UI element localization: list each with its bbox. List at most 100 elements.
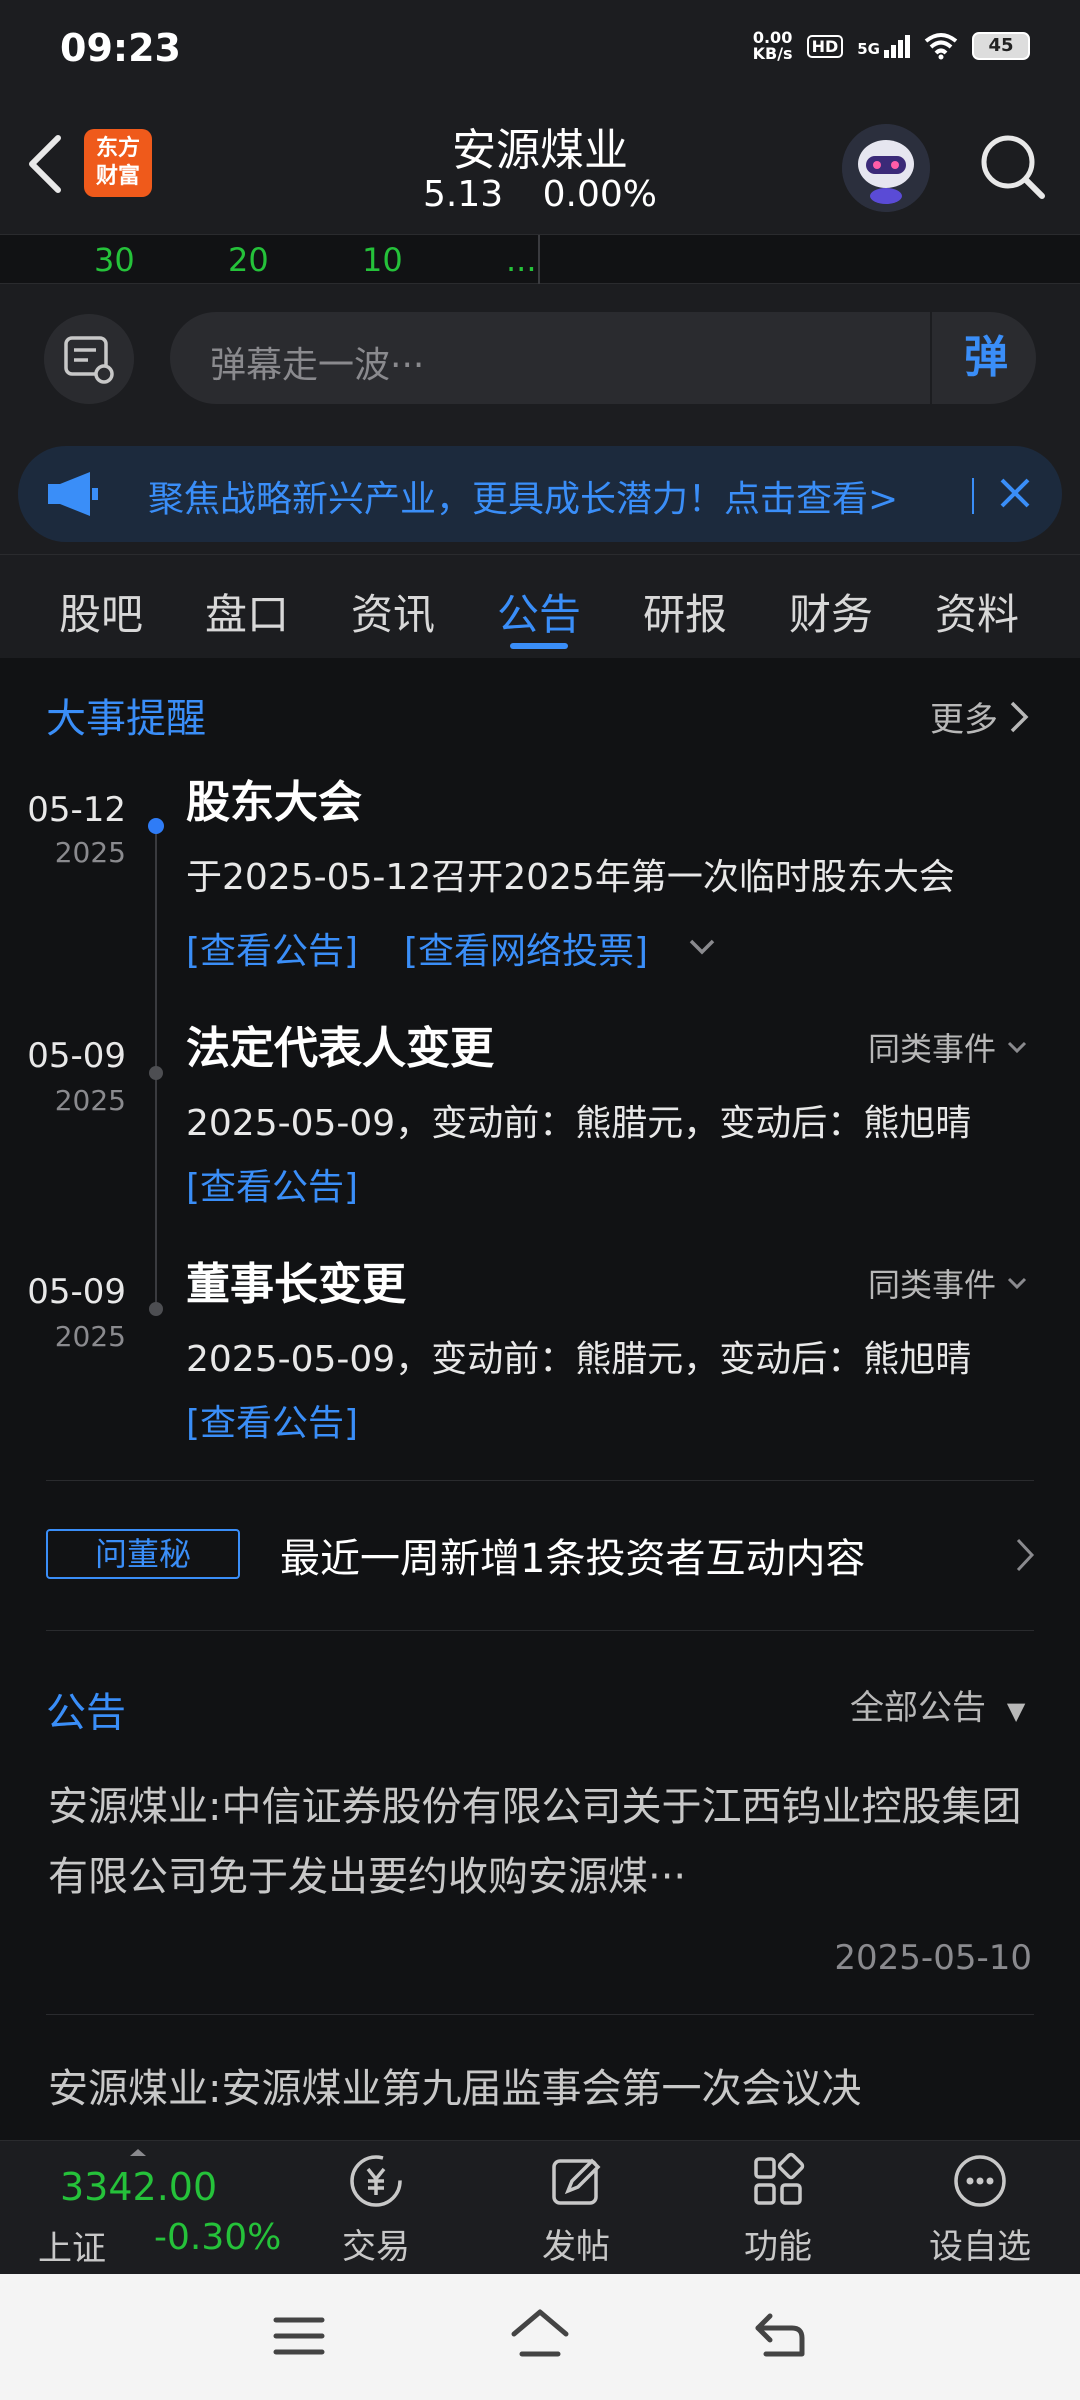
robot-assistant-icon[interactable] [842, 124, 930, 212]
more-label: 更多 [930, 700, 998, 740]
danmaku-input[interactable]: 弹幕走一波··· 弹 [170, 312, 1036, 404]
view-voting-link[interactable]: [查看网络投票] [404, 922, 648, 974]
signal-icon: 5G [857, 34, 910, 58]
tab-research[interactable]: 研报 [620, 581, 750, 642]
tab-finance[interactable]: 财务 [766, 581, 896, 642]
index-change: -0.30% [154, 2217, 282, 2258]
event-year: 2025 [54, 1084, 126, 1117]
promo-banner[interactable]: 聚焦战略新兴产业，更具成长潜力！点击查看> [18, 446, 1062, 542]
tab-announcements[interactable]: 公告 [474, 581, 604, 642]
chevron-down-icon [1007, 1041, 1027, 1054]
filter-label: 全部公告 [850, 1688, 986, 1728]
qa-badge: 问董秘 [46, 1529, 240, 1579]
net-speed: 0.00 KB/s [753, 30, 793, 62]
nav-label: 发帖 [542, 2227, 610, 2267]
divider [46, 1630, 1034, 1631]
tab-bar: 股吧 盘口 资讯 公告 研报 财务 资料 [0, 554, 1080, 658]
tab-profile[interactable]: 资料 [912, 581, 1042, 642]
same-events-button[interactable]: 同类事件 [868, 1260, 1028, 1306]
back-icon[interactable] [752, 2310, 808, 2360]
event-date: 05-12 [27, 790, 126, 830]
announcement-title[interactable]: 安源煤业:安源煤业第九届监事会第一次会议决 [48, 2054, 1038, 2134]
stock-price: 5.13 [423, 174, 504, 215]
nav-post[interactable]: 发帖 [496, 2149, 656, 2268]
announcement-filter-dropdown[interactable]: 全部公告 ▼ [850, 1680, 1025, 1729]
announcement-date: 2025-05-10 [834, 1938, 1032, 1978]
event-date: 05-09 [27, 1036, 126, 1076]
danmaku-settings-icon[interactable] [44, 314, 134, 404]
app-root: 09:23 0.00 KB/s HD 5G 45 东方 财富 安源煤业 5.13… [0, 0, 1080, 2400]
network-type: 5G [857, 39, 880, 58]
tab-news[interactable]: 资讯 [328, 581, 458, 642]
event-year: 2025 [54, 836, 126, 869]
event-desc: 于2025-05-12召开2025年第一次临时股东大会 [186, 857, 955, 898]
chevron-right-icon [1016, 1538, 1035, 1572]
megaphone-icon [48, 472, 98, 516]
danmaku-placeholder: 弹幕走一波··· [210, 345, 425, 386]
nav-functions[interactable]: 功能 [698, 2149, 858, 2268]
more-dots-icon [954, 2155, 1006, 2207]
chevron-right-icon [1010, 701, 1029, 732]
trade-yuan-icon [350, 2155, 402, 2207]
same-events-label: 同类事件 [868, 1266, 997, 1304]
events-title: 大事提醒 [46, 696, 206, 742]
tab-guba[interactable]: 股吧 [36, 581, 166, 642]
events-more-link[interactable]: 更多 [930, 692, 1030, 741]
close-icon[interactable] [990, 468, 1040, 518]
tab-active-indicator [510, 643, 568, 649]
battery-icon: 45 [972, 32, 1030, 60]
grid-functions-icon [754, 2152, 805, 2205]
nav-trade[interactable]: 交易 [296, 2149, 456, 2268]
home-icon[interactable] [508, 2308, 572, 2362]
strip-value: 10 [362, 241, 403, 279]
promo-divider [972, 478, 974, 514]
strip-value: 20 [228, 241, 269, 279]
net-speed-unit: KB/s [752, 44, 793, 63]
event-year: 2025 [54, 1320, 126, 1353]
search-icon[interactable] [978, 132, 1048, 202]
event-desc: 2025-05-09，变动前：熊腊元，变动后：熊旭晴 [186, 1339, 972, 1380]
index-value: 3342.00 [60, 2165, 218, 2209]
event-date: 05-09 [27, 1272, 126, 1312]
nav-label: 交易 [342, 2227, 410, 2267]
strip-value: 30 [94, 241, 135, 279]
chevron-down-icon [1007, 1277, 1027, 1290]
bottom-bar: 3342.00 上证 -0.30% 交易 发帖 功能 设自选 [0, 2140, 1080, 2274]
view-announcement-link[interactable]: [查看公告] [186, 1394, 358, 1446]
status-time: 09:23 [60, 26, 181, 70]
strip-divider [538, 235, 540, 285]
tab-pankou[interactable]: 盘口 [182, 581, 312, 642]
announcements-title: 公告 [46, 1690, 126, 1736]
nav-add-watchlist[interactable]: 设自选 [900, 2149, 1060, 2268]
promo-text: 聚焦战略新兴产业，更具成长潜力！点击查看> [148, 479, 899, 520]
view-announcement-link[interactable]: [查看公告] [186, 922, 358, 974]
system-nav-bar [0, 2274, 1080, 2400]
stock-change-pct: 0.00% [542, 174, 657, 215]
nav-label: 功能 [744, 2227, 812, 2267]
timeline-dot [149, 1066, 163, 1080]
order-depth-strip: 30 20 10 ... [0, 234, 1080, 285]
promo-banner-wrap: 聚焦战略新兴产业，更具成长潜力！点击查看> [0, 434, 1080, 554]
status-icons: 0.00 KB/s HD 5G 45 [753, 30, 1030, 62]
strip-value: ... [506, 241, 537, 279]
danmaku-button-label: 弹 [964, 332, 1008, 383]
danmaku-divider [930, 312, 932, 404]
menu-icon[interactable] [272, 2314, 326, 2358]
hd-icon: HD [806, 34, 844, 58]
timeline-dot [149, 1302, 163, 1316]
caret-down-icon: ▼ [1006, 1697, 1026, 1725]
qa-text: 最近一周新增1条投资者互动内容 [280, 1536, 866, 1582]
danmaku-send-button[interactable]: 弹 [946, 322, 1026, 394]
nav-label: 设自选 [929, 2227, 1031, 2267]
chevron-down-icon[interactable] [688, 938, 716, 956]
index-name: 上证 [38, 2229, 106, 2269]
status-bar: 09:23 0.00 KB/s HD 5G 45 [0, 0, 1080, 96]
announcement-title[interactable]: 安源煤业:中信证券股份有限公司关于江西钨业控股集团有限公司免于发出要约收购安源煤… [48, 1772, 1038, 1912]
event-desc: 2025-05-09，变动前：熊腊元，变动后：熊旭晴 [186, 1103, 972, 1144]
view-announcement-link[interactable]: [查看公告] [186, 1158, 358, 1210]
same-events-button[interactable]: 同类事件 [868, 1024, 1028, 1070]
same-events-label: 同类事件 [868, 1030, 997, 1068]
divider [46, 2014, 1034, 2015]
timeline-dot [148, 818, 164, 834]
stock-header: 东方 财富 安源煤业 5.13 0.00% [0, 96, 1080, 234]
